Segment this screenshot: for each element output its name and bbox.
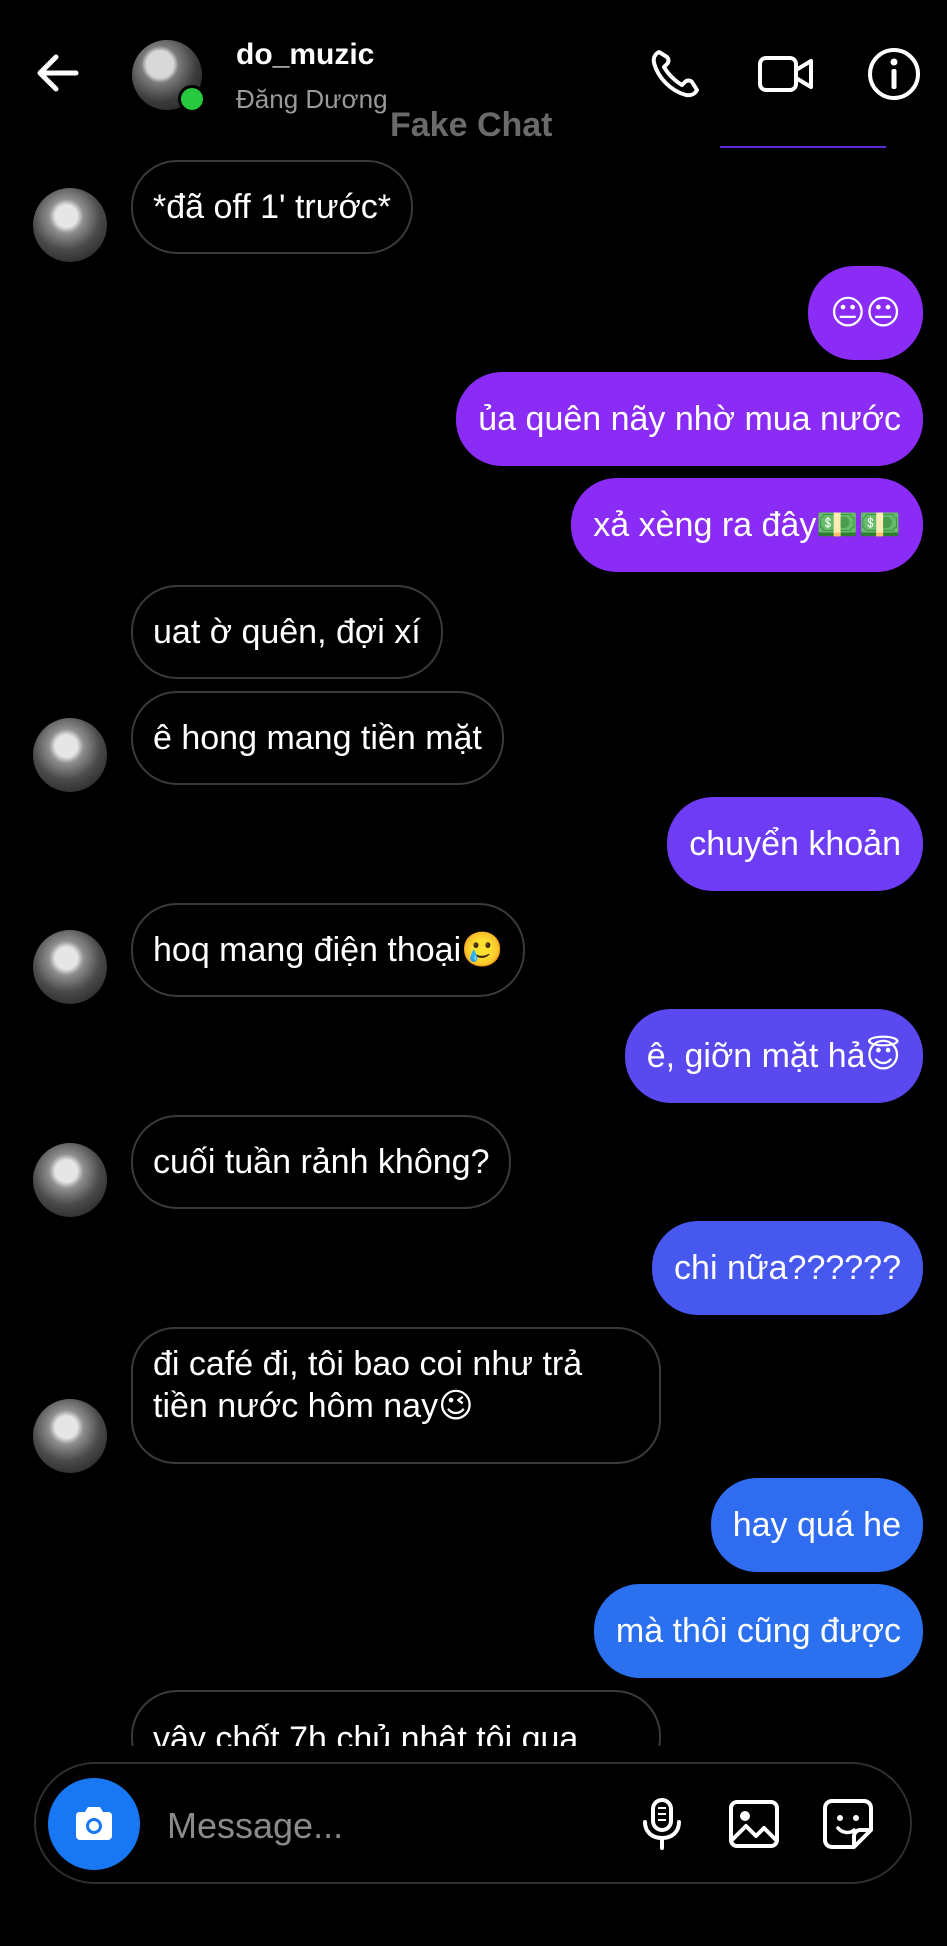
incoming-message[interactable]: ê hong mang tiền mặt [131, 691, 504, 785]
video-camera-icon[interactable] [756, 44, 816, 104]
contact-subtitle: Đăng Dương [236, 84, 388, 114]
header-accent-line [720, 146, 886, 148]
camera-button[interactable] [48, 1778, 140, 1870]
outgoing-message[interactable]: chuyển khoản [667, 797, 923, 891]
camera-icon [76, 1807, 112, 1840]
outgoing-message[interactable]: hay quá he [710, 1478, 923, 1572]
microphone-icon[interactable] [634, 1796, 690, 1852]
message-input[interactable] [165, 1800, 609, 1852]
outgoing-message[interactable]: mà thôi cũng được [593, 1584, 923, 1678]
back-arrow-icon[interactable] [30, 45, 86, 101]
sender-avatar [33, 1399, 107, 1473]
outgoing-message[interactable]: ủa quên nãy nhờ mua nước [456, 372, 923, 466]
incoming-message[interactable]: uat ờ quên, đợi xí [131, 585, 443, 679]
incoming-message[interactable]: *đã off 1' trước* [131, 160, 414, 254]
phone-icon[interactable] [645, 44, 705, 104]
outgoing-message[interactable]: ê, giỡn mặt hả😇 [624, 1009, 923, 1103]
watermark-text: Fake Chat [390, 106, 553, 144]
sender-avatar [33, 718, 107, 792]
info-icon[interactable] [864, 44, 924, 104]
contact-name[interactable]: do_muzic [236, 38, 374, 72]
incoming-message[interactable]: đi café đi, tôi bao coi như trả tiền nướ… [131, 1327, 661, 1464]
incoming-message[interactable]: hoq mang điện thoại🥲 [131, 903, 526, 997]
sender-avatar [33, 1143, 107, 1217]
chat-header: do_muzic Đăng Dương Fake Chat [0, 0, 947, 150]
online-status-indicator [178, 85, 206, 113]
outgoing-message[interactable]: 😐😐 [808, 266, 923, 360]
outgoing-message[interactable]: chi nữa?????? [652, 1221, 923, 1315]
sticker-icon[interactable] [820, 1796, 876, 1852]
outgoing-message[interactable]: xả xèng ra đây💵💵 [571, 478, 923, 572]
image-icon[interactable] [726, 1796, 782, 1852]
sender-avatar [33, 188, 107, 262]
incoming-message[interactable]: cuối tuần rảnh không? [131, 1115, 512, 1209]
sender-avatar [33, 930, 107, 1004]
